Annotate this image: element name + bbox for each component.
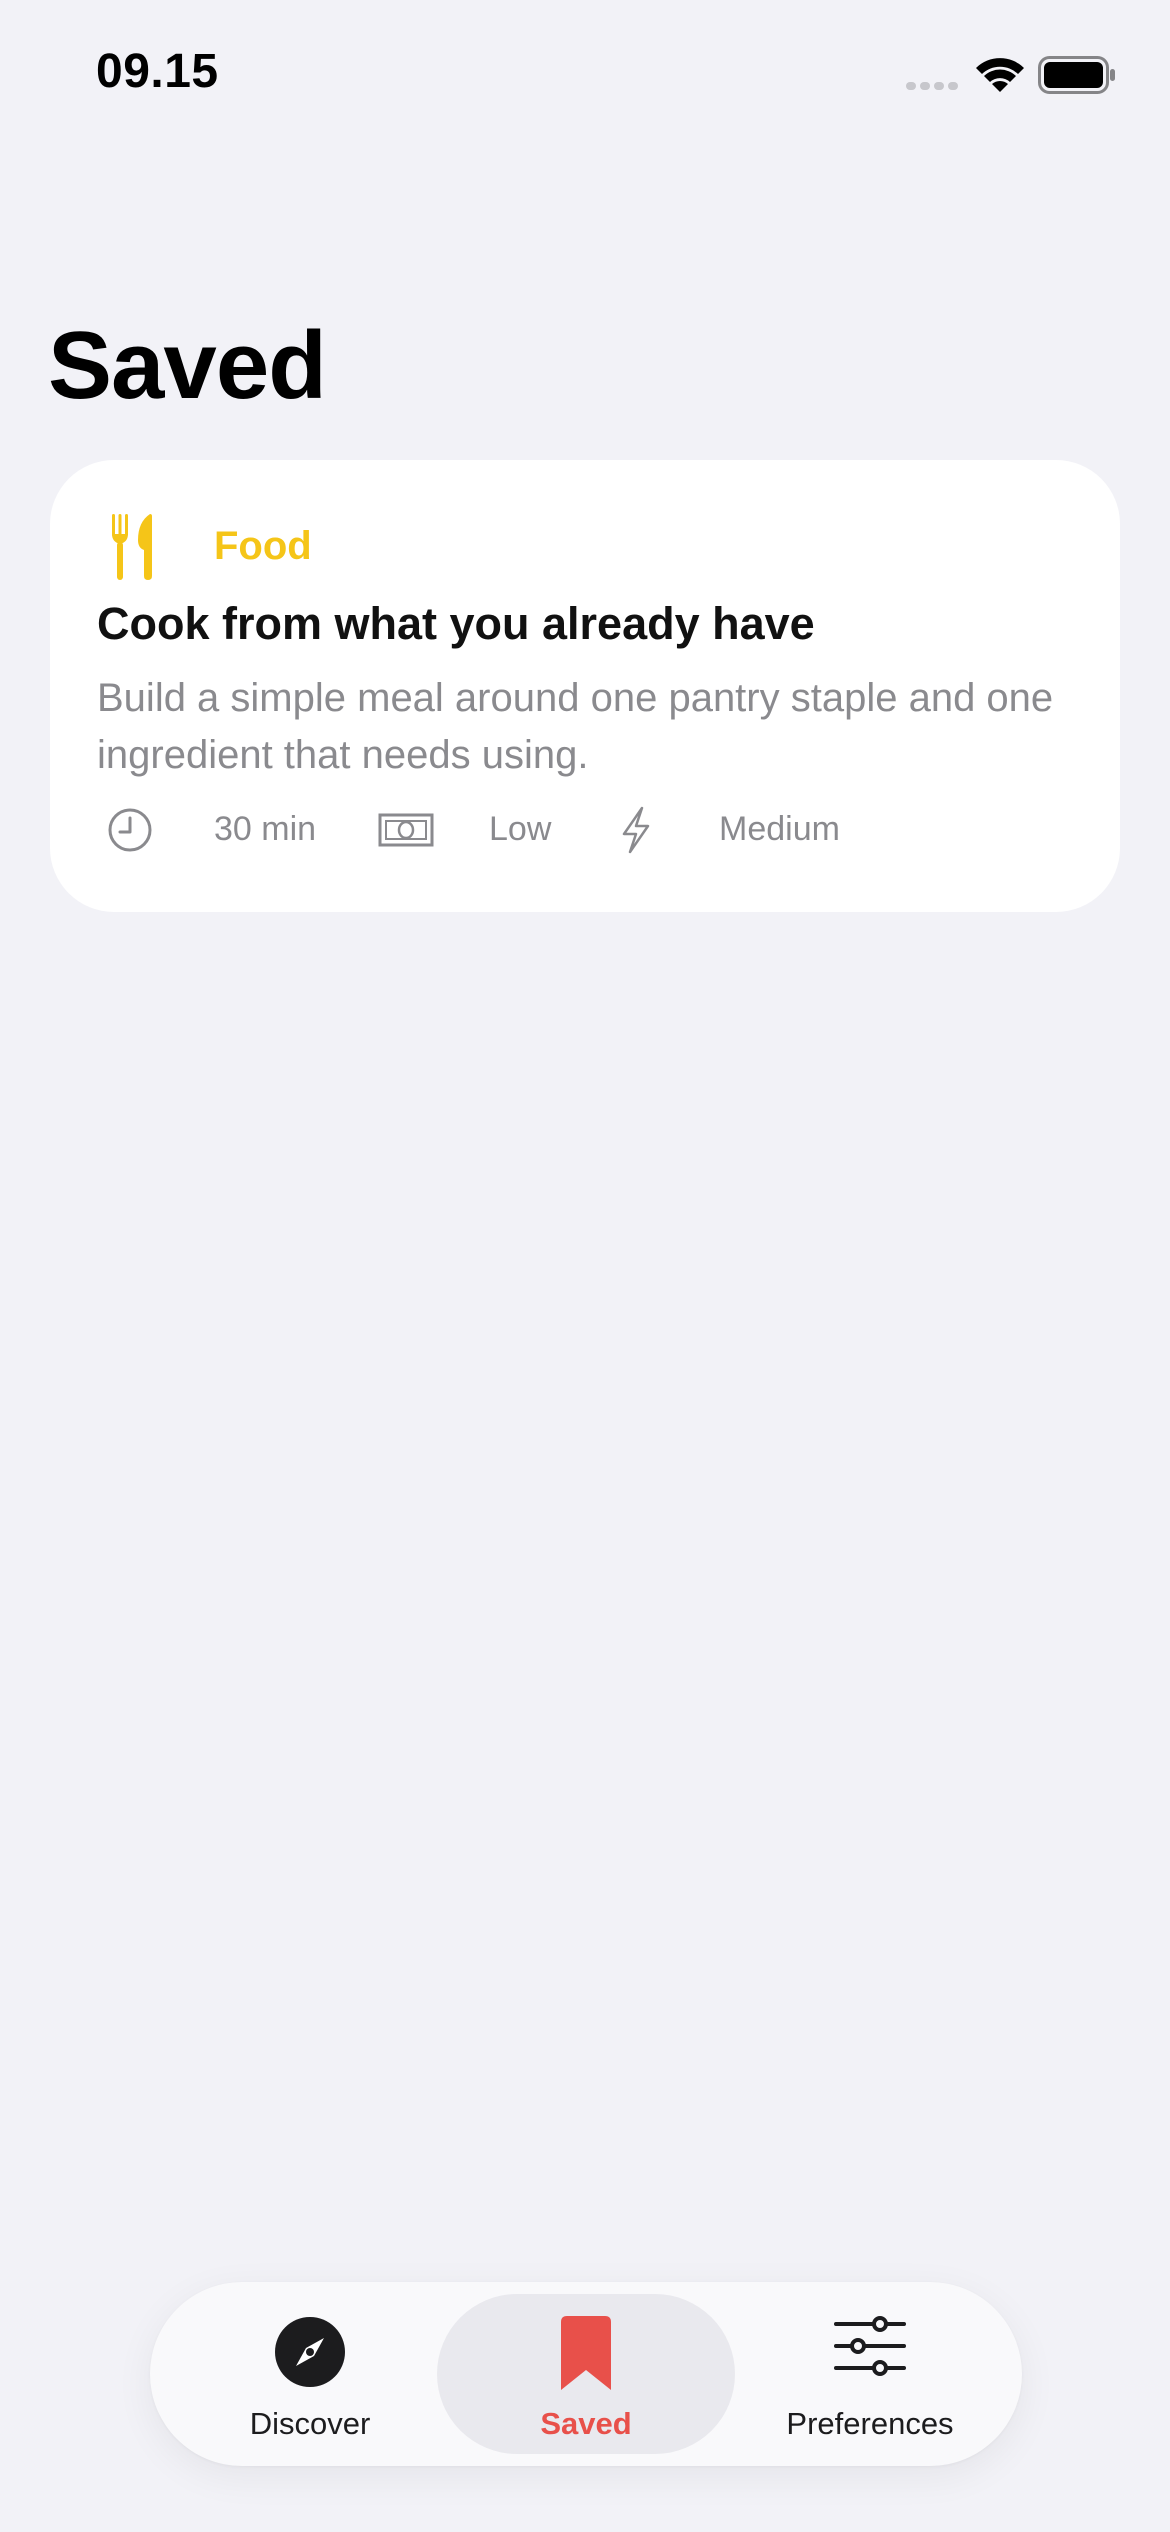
tab-preferences[interactable]: Preferences bbox=[740, 2294, 1000, 2454]
page-title: Saved bbox=[48, 312, 327, 419]
bookmark-icon bbox=[561, 2316, 611, 2390]
battery-icon bbox=[1038, 56, 1115, 94]
cost-level: Low bbox=[489, 810, 552, 848]
saved-item-card[interactable]: Food Cook from what you already have Bui… bbox=[50, 460, 1120, 912]
fork-knife-icon bbox=[112, 514, 152, 580]
wifi-icon bbox=[976, 58, 1024, 92]
category-label: Food bbox=[214, 524, 312, 568]
tab-bar: Discover Saved Preferences bbox=[150, 2282, 1022, 2466]
status-time: 09.15 bbox=[96, 45, 219, 98]
banknote-icon bbox=[378, 813, 434, 847]
card-title: Cook from what you already have bbox=[97, 598, 815, 649]
tab-discover[interactable]: Discover bbox=[174, 2294, 446, 2454]
tab-label-saved: Saved bbox=[540, 2406, 632, 2441]
tab-saved[interactable]: Saved bbox=[437, 2294, 735, 2454]
time-estimate: 30 min bbox=[214, 810, 317, 848]
compass-icon bbox=[275, 2317, 345, 2387]
tab-label-discover: Discover bbox=[249, 2406, 371, 2441]
cellular-signal-icon bbox=[906, 82, 958, 90]
status-bar: 09.15 bbox=[0, 0, 1170, 150]
saved-screen: 09.15 Saved Food Cook from what you alre… bbox=[0, 0, 1170, 2532]
energy-level: Medium bbox=[719, 810, 840, 848]
tab-label-preferences: Preferences bbox=[786, 2406, 954, 2441]
sliders-icon bbox=[834, 2316, 906, 2376]
bolt-icon bbox=[622, 806, 650, 854]
card-description: Build a simple meal around one pantry st… bbox=[97, 676, 1054, 777]
clock-icon bbox=[108, 808, 152, 852]
